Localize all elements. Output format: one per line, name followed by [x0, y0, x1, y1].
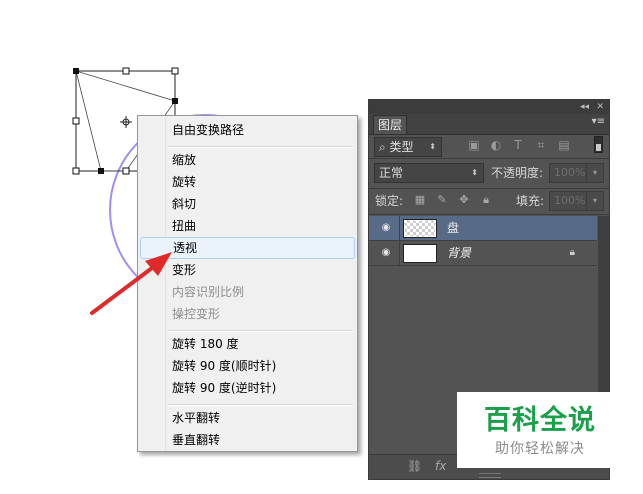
lock-label: 锁定: — [375, 194, 404, 208]
menu-separator — [168, 146, 353, 148]
fill-label: 填充: — [516, 194, 545, 208]
menu-item-rotate-90-cw[interactable]: 旋转 90 度(顺时针) — [140, 355, 355, 377]
transform-handle[interactable] — [98, 168, 104, 174]
filter-type-label: 类型 — [389, 140, 414, 154]
lock-icon: 🔒︎ — [569, 247, 575, 258]
panel-menu-icon[interactable]: ▾≡ — [592, 116, 605, 127]
transform-handle[interactable] — [172, 98, 178, 104]
search-icon: ⌕ — [379, 140, 390, 154]
menu-separator — [168, 330, 353, 332]
layer-row-pan[interactable]: ◉ 盘 — [369, 216, 597, 241]
blend-mode-value: 正常 — [379, 166, 404, 180]
layer-thumbnail — [403, 244, 437, 263]
lock-position-icon[interactable]: ✥ — [457, 193, 471, 207]
menu-item-scale[interactable]: 缩放 — [140, 149, 355, 171]
opacity-label: 不透明度: — [491, 166, 544, 180]
blend-mode-dropdown[interactable]: 正常 ⬍ — [374, 163, 484, 183]
layer-name[interactable]: 背景 — [447, 241, 471, 266]
divider — [399, 241, 400, 265]
divider — [369, 188, 609, 189]
layer-row-background[interactable]: ◉ 背景 🔒︎ — [369, 241, 597, 266]
transform-handle[interactable] — [171, 67, 179, 75]
watermark-title: 百科全说 — [484, 405, 596, 436]
menu-item-rotate-180[interactable]: 旋转 180 度 — [140, 333, 355, 355]
lock-transparent-pixels-icon[interactable]: ▦ — [413, 193, 427, 207]
image-filter-icon[interactable]: ▣ — [467, 138, 481, 152]
watermark: 百科全说 助你轻松解决 — [457, 392, 623, 468]
panel-title-bar[interactable]: ◂◂ ✕ — [369, 100, 609, 114]
opacity-dropdown-icon[interactable]: ▾ — [586, 163, 604, 183]
opacity-field[interactable]: 100% ▾ — [549, 163, 604, 183]
transform-handle[interactable] — [72, 167, 80, 175]
menu-item-puppet-warp[interactable]: 操控变形 — [140, 303, 355, 325]
menu-item-rotate[interactable]: 旋转 — [140, 171, 355, 193]
lock-image-pixels-icon[interactable]: ✎ — [435, 193, 449, 207]
smart-object-filter-icon[interactable]: ▤ — [557, 138, 571, 152]
divider — [369, 214, 609, 215]
menu-item-skew[interactable]: 斜切 — [140, 193, 355, 215]
menu-separator — [168, 404, 353, 406]
resize-grip-icon[interactable] — [479, 473, 501, 478]
reference-point-icon[interactable] — [120, 116, 132, 128]
transform-handle[interactable] — [73, 68, 79, 74]
fill-dropdown-icon[interactable]: ▾ — [586, 191, 604, 211]
transform-handle[interactable] — [122, 167, 130, 175]
menu-item-rotate-90-ccw[interactable]: 旋转 90 度(逆时针) — [140, 377, 355, 399]
menu-item-distort[interactable]: 扭曲 — [140, 215, 355, 237]
filter-toggle-switch[interactable] — [594, 136, 603, 153]
menu-item-warp[interactable]: 变形 — [140, 259, 355, 281]
lock-all-icon[interactable]: 🔒︎ — [479, 193, 493, 207]
fill-value: 100% — [554, 194, 586, 207]
transform-handle[interactable] — [122, 67, 130, 75]
fx-icon[interactable]: fx — [435, 459, 446, 473]
shape-filter-icon[interactable]: ⌗ — [534, 138, 548, 152]
chevron-updown-icon: ⬍ — [429, 142, 436, 151]
panel-tab-bar: 图层 — [369, 114, 609, 135]
eye-visibility-icon[interactable]: ◉ — [379, 222, 393, 234]
transform-handle[interactable] — [72, 117, 80, 125]
link-icon[interactable]: ⛓ — [407, 459, 422, 473]
collapse-panel-icon[interactable]: ◂◂ — [580, 100, 589, 114]
divider — [369, 158, 609, 159]
fill-field[interactable]: 100% ▾ — [549, 191, 604, 211]
close-panel-icon[interactable]: ✕ — [596, 100, 604, 114]
text-filter-icon[interactable]: T — [511, 138, 525, 152]
layer-name[interactable]: 盘 — [447, 216, 459, 241]
filter-type-dropdown[interactable]: ⌕ 类型 ⬍ — [374, 137, 442, 157]
chevron-updown-icon: ⬍ — [471, 168, 478, 177]
menu-item-free-transform-path[interactable]: 自由变换路径 — [140, 119, 355, 141]
layer-thumbnail — [403, 219, 437, 238]
tab-layers[interactable]: 图层 — [373, 115, 407, 134]
menu-item-perspective[interactable]: 透视 — [140, 237, 355, 259]
eye-visibility-icon[interactable]: ◉ — [379, 247, 393, 259]
watermark-subtitle: 助你轻松解决 — [495, 441, 585, 457]
opacity-value: 100% — [554, 166, 586, 179]
divider — [399, 216, 400, 240]
menu-item-flip-vertical[interactable]: 垂直翻转 — [140, 429, 355, 451]
menu-item-flip-horizontal[interactable]: 水平翻转 — [140, 407, 355, 429]
adjustment-filter-icon[interactable]: ◐ — [489, 138, 503, 152]
context-menu: 自由变换路径 缩放 旋转 斜切 扭曲 透视 变形 内容识别比例 操控变形 旋转 … — [137, 115, 358, 452]
menu-item-content-aware-scale[interactable]: 内容识别比例 — [140, 281, 355, 303]
